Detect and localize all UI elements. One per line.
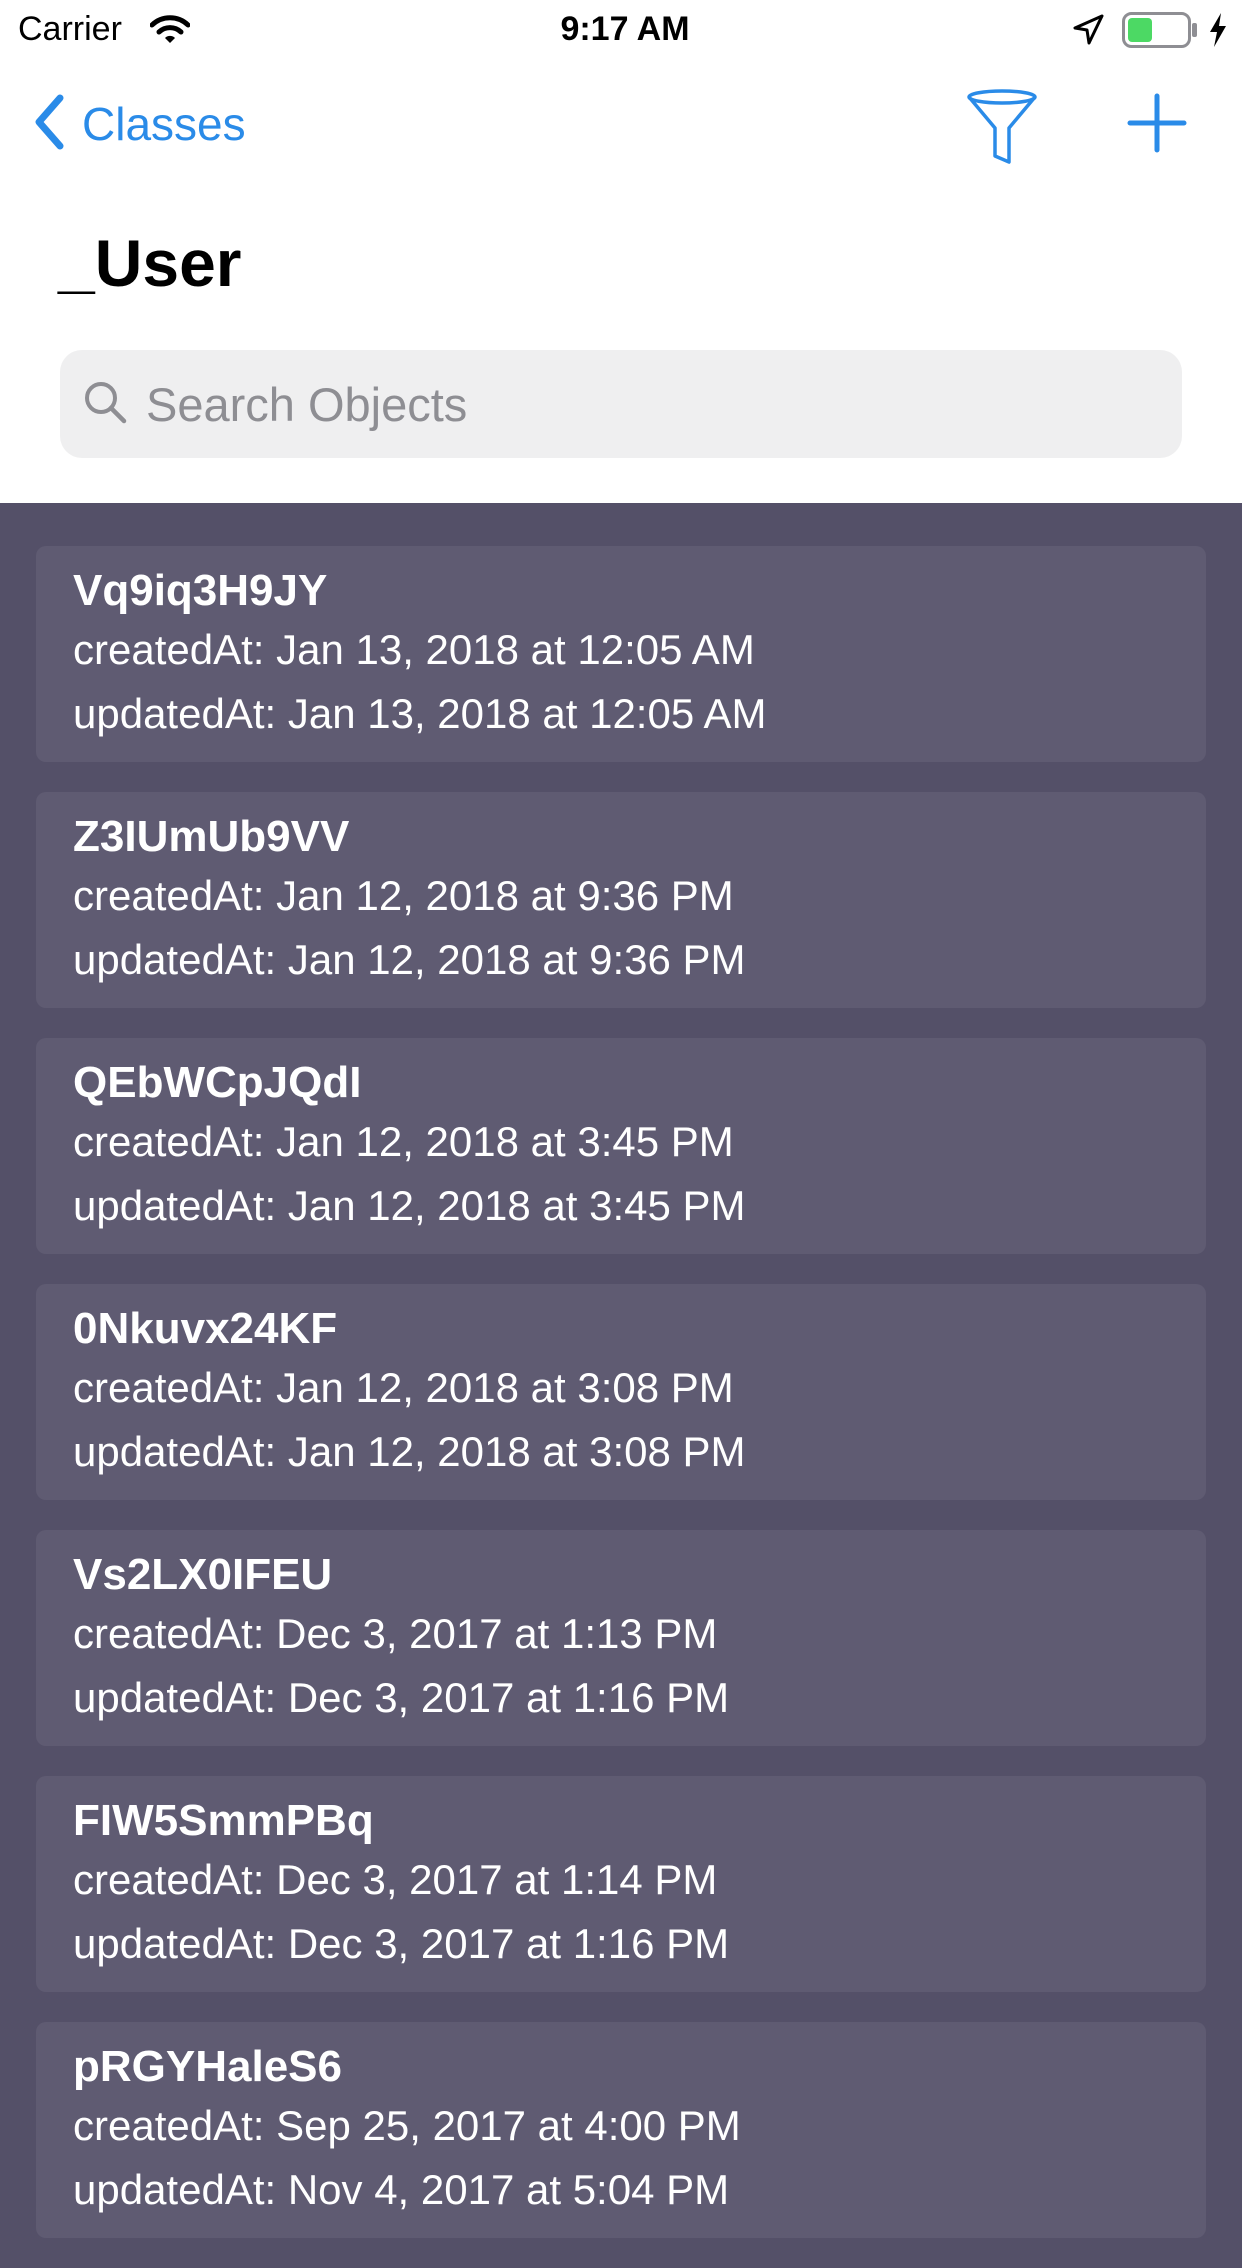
object-id: 0Nkuvx24KF [73,1304,338,1353]
back-button[interactable]: Classes [34,94,246,154]
updated-at: updatedAt: Dec 3, 2017 at 1:16 PM [73,1674,730,1721]
created-at: createdAt: Dec 3, 2017 at 1:13 PM [73,1610,718,1657]
object-id: QEbWCpJQdI [73,1058,362,1107]
filter-button[interactable] [966,88,1038,164]
location-arrow-icon [1072,14,1104,51]
back-button-label: Classes [82,98,246,150]
created-at: createdAt: Dec 3, 2017 at 1:14 PM [73,1856,718,1903]
add-object-button[interactable] [1126,92,1188,154]
created-at: createdAt: Jan 12, 2018 at 3:45 PM [73,1118,734,1165]
updated-at: updatedAt: Jan 13, 2018 at 12:05 AM [73,690,767,737]
object-list: Vq9iq3H9JY createdAt: Jan 13, 2018 at 12… [36,546,1206,2268]
list-item[interactable]: pRGYHaleS6 createdAt: Sep 25, 2017 at 4:… [36,2022,1206,2238]
updated-at: updatedAt: Jan 12, 2018 at 9:36 PM [73,936,746,983]
charging-bolt-icon [1208,12,1228,53]
search-icon [82,379,128,430]
filter-icon [967,89,1037,164]
list-item[interactable]: FIW5SmmPBq createdAt: Dec 3, 2017 at 1:1… [36,1776,1206,1992]
created-at: createdAt: Sep 25, 2017 at 4:00 PM [73,2102,741,2149]
object-id: Z3IUmUb9VV [73,812,350,861]
plus-icon [1127,93,1187,153]
updated-at: updatedAt: Dec 3, 2017 at 1:16 PM [73,1920,730,1967]
navigation-header: Classes _User [0,60,1242,503]
list-item[interactable]: Z3IUmUb9VV createdAt: Jan 12, 2018 at 9:… [36,792,1206,1008]
search-bar[interactable] [60,350,1182,458]
list-item[interactable]: Vq9iq3H9JY createdAt: Jan 13, 2018 at 12… [36,546,1206,762]
battery-icon [1122,12,1198,53]
status-bar: Carrier 9:17 AM [0,0,1242,60]
object-id: pRGYHaleS6 [73,2042,342,2091]
object-id: FIW5SmmPBq [73,1796,374,1845]
updated-at: updatedAt: Nov 4, 2017 at 5:04 PM [73,2166,730,2213]
list-item[interactable]: 0Nkuvx24KF createdAt: Jan 12, 2018 at 3:… [36,1284,1206,1500]
object-id: Vq9iq3H9JY [73,566,328,615]
updated-at: updatedAt: Jan 12, 2018 at 3:08 PM [73,1428,746,1475]
chevron-left-icon [34,94,64,155]
created-at: createdAt: Jan 12, 2018 at 9:36 PM [73,872,734,919]
object-id: Vs2LX0IFEU [73,1550,333,1599]
search-input[interactable] [146,376,1126,432]
page-title: _User [58,226,242,300]
updated-at: updatedAt: Jan 12, 2018 at 3:45 PM [73,1182,746,1229]
list-item[interactable]: QEbWCpJQdI createdAt: Jan 12, 2018 at 3:… [36,1038,1206,1254]
created-at: createdAt: Jan 13, 2018 at 12:05 AM [73,626,755,673]
list-item[interactable]: Vs2LX0IFEU createdAt: Dec 3, 2017 at 1:1… [36,1530,1206,1746]
created-at: createdAt: Jan 12, 2018 at 3:08 PM [73,1364,734,1411]
status-time: 9:17 AM [560,10,690,48]
